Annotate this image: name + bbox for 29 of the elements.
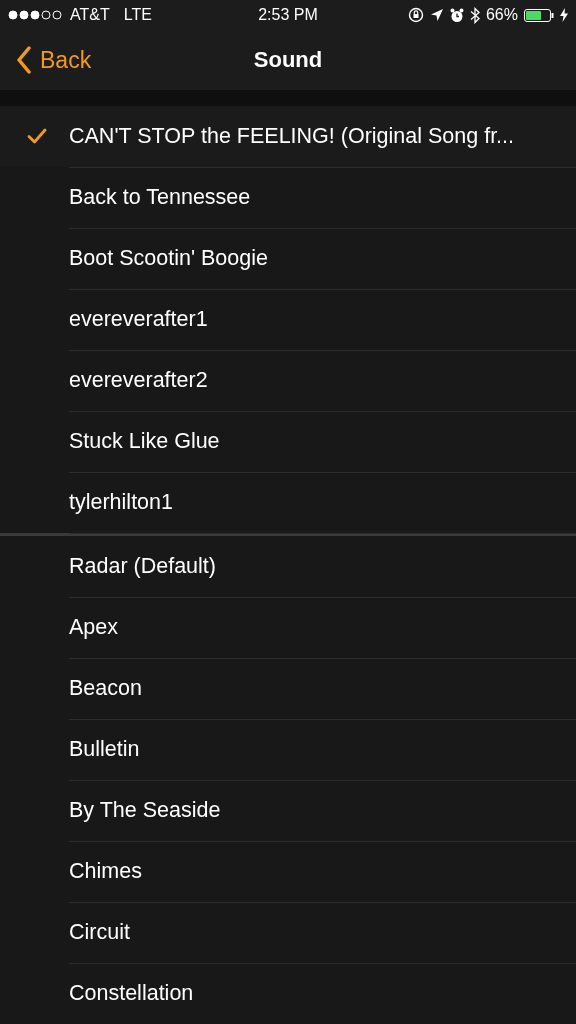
sound-option[interactable]: Chimes xyxy=(69,840,576,903)
sound-option[interactable]: evereverafter2 xyxy=(69,349,576,412)
location-arrow-icon xyxy=(429,8,444,22)
signal-icon xyxy=(8,10,64,20)
carrier-name: AT&T xyxy=(70,6,110,24)
battery-icon xyxy=(524,8,554,22)
back-button[interactable]: Back xyxy=(0,46,92,74)
screen-title: Sound xyxy=(253,47,323,73)
sound-option[interactable]: Bulletin xyxy=(69,718,576,781)
sound-option[interactable]: Beacon xyxy=(69,657,576,720)
bluetooth-icon xyxy=(469,6,480,24)
sound-option[interactable]: Stuck Like Glue xyxy=(69,410,576,473)
sound-option[interactable]: By The Seaside xyxy=(69,779,576,842)
sound-option[interactable]: CAN'T STOP the FEELING! (Original Song fr... xyxy=(69,105,576,168)
alarm-clock-icon xyxy=(449,7,464,23)
sound-option[interactable]: tylerhilton1 xyxy=(69,471,576,534)
sound-option[interactable]: Circuit xyxy=(69,901,576,964)
clock-time: 2:53 PM xyxy=(258,6,318,24)
chevron-left-icon xyxy=(16,46,32,74)
network-type: LTE xyxy=(123,6,152,24)
battery-percentage: 66% xyxy=(485,6,518,24)
sound-option[interactable]: Back to Tennessee xyxy=(69,166,576,229)
sound-option[interactable]: Boot Scootin' Boogie xyxy=(69,227,576,290)
sound-option[interactable]: evereverafter1 xyxy=(69,288,576,351)
sound-option[interactable]: Apex xyxy=(69,596,576,659)
rotation-lock-icon xyxy=(407,7,424,23)
sound-option[interactable]: Constellation xyxy=(69,962,576,1024)
charging-bolt-icon xyxy=(560,8,568,22)
sound-option[interactable]: Radar (Default) xyxy=(69,535,576,598)
